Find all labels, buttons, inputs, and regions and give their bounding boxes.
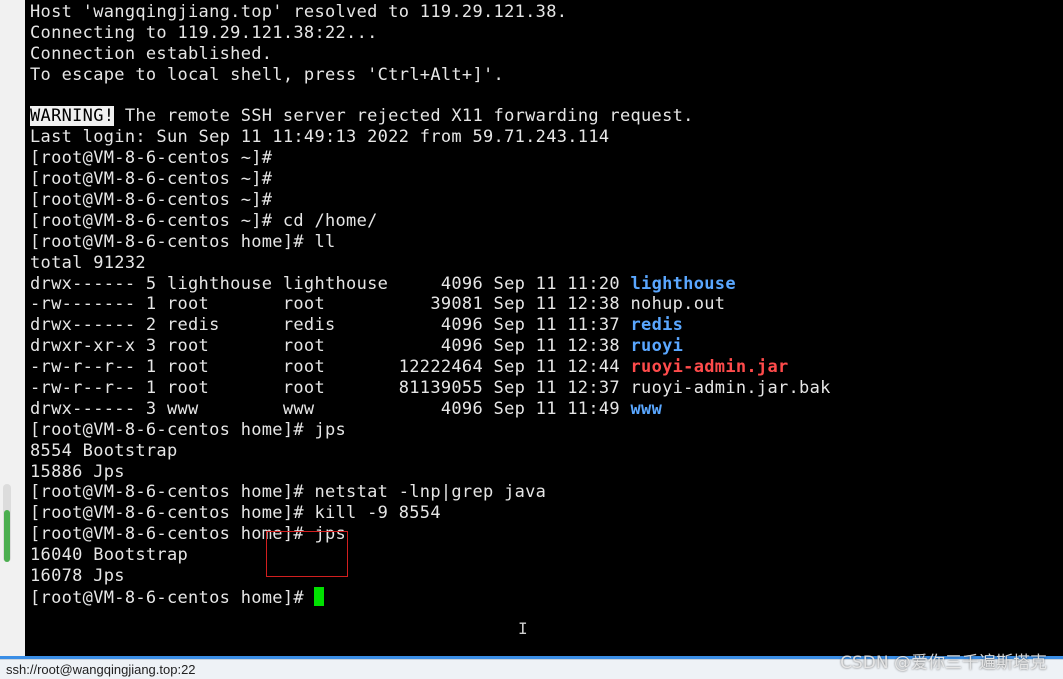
terminal-line: [root@VM-8-6-centos home]# netstat -lnp|… — [30, 482, 547, 503]
watermark-text: CSDN @爱你三千遍斯塔克 — [840, 653, 1047, 673]
terminal-line: 16040 Bootstrap — [30, 545, 189, 566]
listing-name: ruoyi — [630, 336, 684, 357]
terminal-line-warning: WARNING! The remote SSH server rejected … — [30, 106, 831, 127]
listing-name: ruoyi-admin.jar.bak — [630, 378, 831, 399]
listing-row: drwx------ 5 lighthouse lighthouse 4096 … — [30, 274, 831, 295]
terminal-line: [root@VM-8-6-centos ~]# — [30, 190, 273, 211]
terminal-line: To escape to local shell, press 'Ctrl+Al… — [30, 64, 505, 85]
terminal-line: 16078 Jps — [30, 566, 125, 587]
listing-meta: drwx------ 2 redis redis 4096 Sep 11 11:… — [30, 315, 631, 336]
listing-row: drwx------ 3 www www 4096 Sep 11 11:49 w… — [30, 399, 831, 420]
text-cursor — [314, 586, 325, 606]
terminal-line: Connection established. — [30, 43, 273, 64]
terminal-line: [root@VM-8-6-centos home]# kill -9 8554 — [30, 503, 441, 524]
listing-row: drwx------ 2 redis redis 4096 Sep 11 11:… — [30, 315, 831, 336]
listing-meta: -rw-r--r-- 1 root root 12222464 Sep 11 1… — [30, 357, 631, 378]
terminal-prompt-line[interactable]: [root@VM-8-6-centos home]# — [30, 586, 831, 608]
terminal-line: [root@VM-8-6-centos ~]# cd /home/ — [30, 210, 378, 231]
listing-name: ruoyi-admin.jar — [630, 357, 789, 378]
left-gutter — [0, 0, 25, 658]
terminal-line: Connecting to 119.29.121.38:22... — [30, 22, 378, 43]
listing-row: drwxr-xr-x 3 root root 4096 Sep 11 12:38… — [30, 336, 831, 357]
listing-name: lighthouse — [630, 273, 736, 294]
listing-name: redis — [630, 315, 684, 336]
listing-meta: drwx------ 3 www www 4096 Sep 11 11:49 — [30, 398, 631, 419]
listing-row: -rw-r--r-- 1 root root 81139055 Sep 11 1… — [30, 378, 831, 399]
terminal-line: [root@VM-8-6-centos home]# jps — [30, 524, 347, 545]
listing-name: www — [630, 398, 663, 419]
terminal-line: Host 'wangqingjiang.top' resolved to 119… — [30, 2, 568, 22]
terminal-line: [root@VM-8-6-centos home]# jps — [30, 419, 347, 440]
terminal-lines: Host 'wangqingjiang.top' resolved to 119… — [30, 2, 831, 608]
terminal-line: 8554 Bootstrap — [30, 440, 178, 461]
current-prompt: [root@VM-8-6-centos home]# — [30, 587, 315, 608]
terminal-line: 15886 Jps — [30, 461, 125, 482]
listing-meta: -rw------- 1 root root 39081 Sep 11 12:3… — [30, 294, 631, 315]
terminal-line: total 91232 — [30, 252, 146, 273]
listing-name: nohup.out — [630, 294, 726, 315]
terminal-line: [root@VM-8-6-centos ~]# — [30, 169, 273, 190]
annotation-highlight-box — [266, 531, 348, 577]
listing-meta: drwxr-xr-x 3 root root 4096 Sep 11 12:38 — [30, 336, 631, 357]
listing-row: -rw------- 1 root root 39081 Sep 11 12:3… — [30, 294, 831, 315]
connection-address: ssh://root@wangqingjiang.top:22 — [6, 662, 196, 677]
listing-row: -rw-r--r-- 1 root root 12222464 Sep 11 1… — [30, 357, 831, 378]
terminal-line: Last login: Sun Sep 11 11:49:13 2022 fro… — [30, 127, 610, 148]
terminal-output[interactable]: Host 'wangqingjiang.top' resolved to 119… — [25, 0, 1063, 656]
warning-message: The remote SSH server rejected X11 forwa… — [114, 106, 694, 127]
listing-meta: drwx------ 5 lighthouse lighthouse 4096 … — [30, 273, 631, 294]
listing-meta: -rw-r--r-- 1 root root 81139055 Sep 11 1… — [30, 378, 631, 399]
mouse-ibeam-icon: I — [518, 619, 528, 638]
terminal-line: [root@VM-8-6-centos home]# ll — [30, 231, 336, 252]
scrollbar-thumb[interactable] — [4, 510, 10, 562]
warning-badge: WARNING! — [30, 106, 115, 127]
terminal-line: [root@VM-8-6-centos ~]# — [30, 148, 273, 169]
